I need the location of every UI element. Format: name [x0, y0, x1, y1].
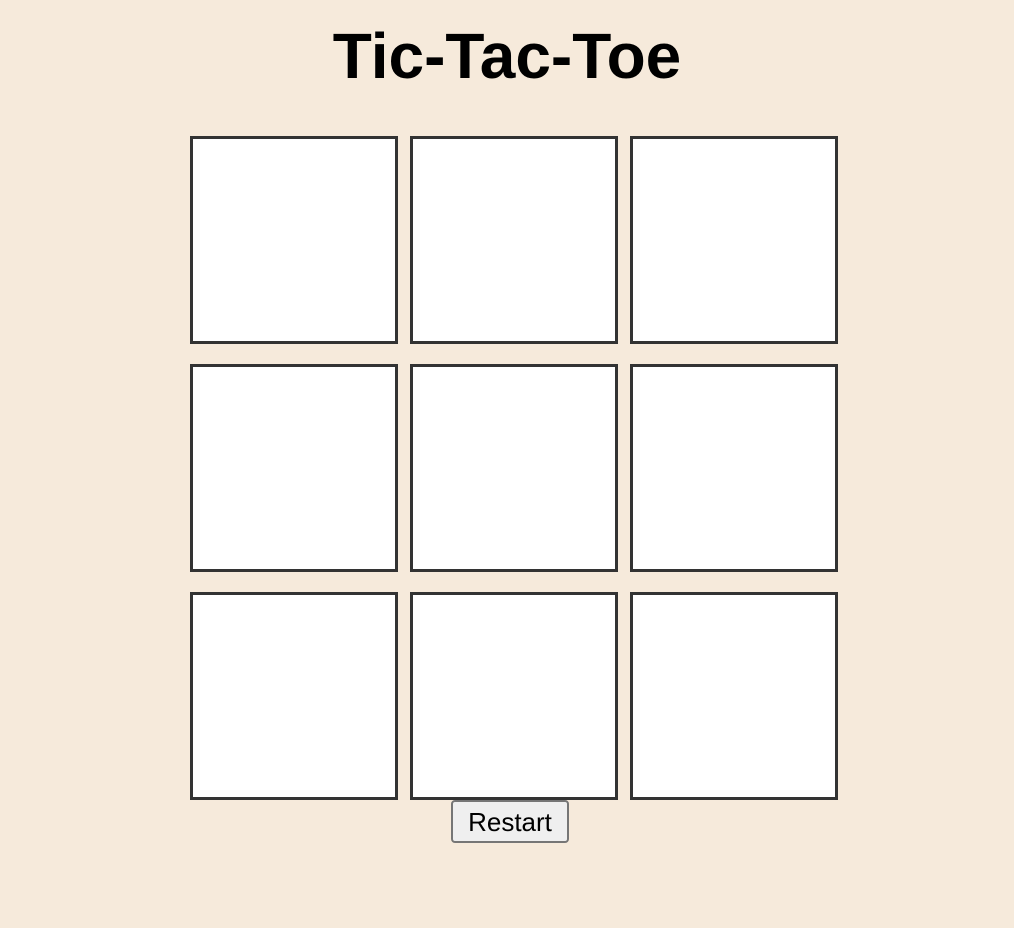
- board-cell-9[interactable]: [630, 592, 838, 800]
- game-board: [190, 136, 838, 800]
- page-title: Tic-Tac-Toe: [332, 20, 682, 92]
- board-cell-3[interactable]: [630, 136, 838, 344]
- board-cell-2[interactable]: [410, 136, 618, 344]
- board-cell-7[interactable]: [190, 592, 398, 800]
- board-cell-8[interactable]: [410, 592, 618, 800]
- board-cell-5[interactable]: [410, 364, 618, 572]
- board-cell-4[interactable]: [190, 364, 398, 572]
- board-cell-6[interactable]: [630, 364, 838, 572]
- board-cell-1[interactable]: [190, 136, 398, 344]
- restart-button[interactable]: Restart: [451, 800, 569, 843]
